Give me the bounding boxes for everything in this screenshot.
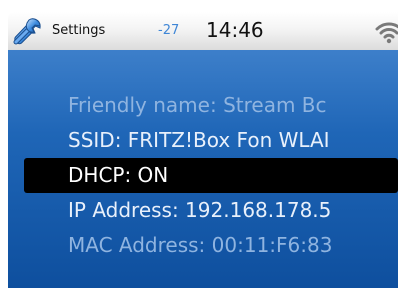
settings-panel: Friendly name: Stream Bc SSID: FRITZ!Box… (8, 50, 398, 288)
app-title: Settings (52, 23, 106, 38)
settings-list: Friendly name: Stream Bc SSID: FRITZ!Box… (8, 88, 398, 263)
setting-row-friendly-name[interactable]: Friendly name: Stream Bc (8, 88, 398, 123)
setting-row-ssid[interactable]: SSID: FRITZ!Box Fon WLAI (8, 123, 398, 158)
wrench-icon (13, 18, 41, 45)
setting-row-dhcp[interactable]: DHCP: ON (24, 158, 398, 193)
setting-row-ip-address[interactable]: IP Address: 192.168.178.5 (8, 193, 398, 228)
wifi-icon (375, 22, 398, 44)
device-screen: Settings -27 14:46 Friendly name: Stream… (0, 0, 398, 298)
signal-strength-readout: -27 (158, 23, 180, 38)
setting-row-mac-address[interactable]: MAC Address: 00:11:F6:83 (8, 228, 398, 263)
clock: 14:46 (206, 18, 264, 42)
status-bar: Settings -27 14:46 (8, 12, 398, 50)
